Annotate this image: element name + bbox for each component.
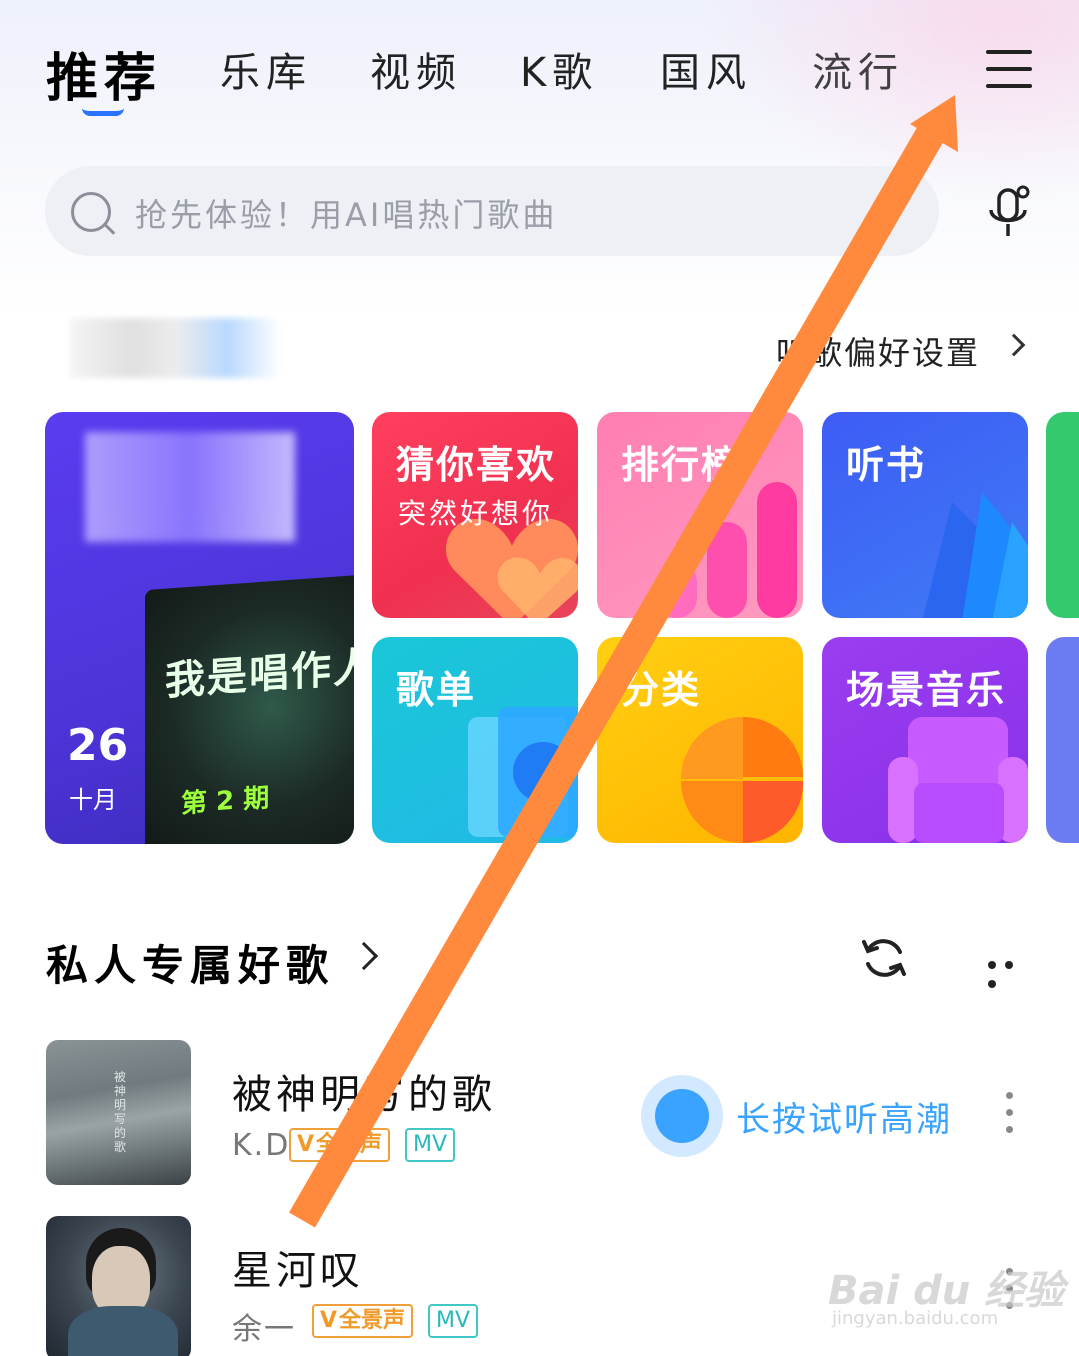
tab-video[interactable]: 视频	[370, 40, 462, 98]
song-artist: 余一	[232, 1312, 296, 1347]
card-title: 猜你喜欢	[396, 443, 557, 487]
watermark-url: jingyan.baidu.com	[832, 1308, 999, 1329]
blurred-greeting	[70, 318, 280, 378]
blurred-title	[85, 432, 295, 542]
date-day: 26	[67, 720, 129, 771]
category-icon	[681, 717, 803, 843]
daily-recommend-card[interactable]: 我是唱作人 第 2 期 26 十月	[45, 412, 354, 844]
preview-button[interactable]	[641, 1075, 723, 1157]
poster-episode: 第 2 期	[181, 783, 270, 820]
audiobook-card[interactable]: 听书	[822, 412, 1028, 618]
card-title: 分类	[621, 668, 702, 712]
mv-badge[interactable]: MV	[405, 1128, 456, 1162]
bar-chart-icon	[657, 482, 797, 618]
refresh-icon[interactable]	[860, 934, 908, 982]
song-title: 星河叹	[232, 1248, 364, 1294]
search-icon	[71, 192, 111, 232]
album-cover	[46, 1216, 191, 1356]
tab-pop[interactable]: 流行	[812, 40, 904, 98]
book-icon	[923, 492, 1028, 618]
tab-karaoke[interactable]: K歌	[520, 40, 598, 98]
section-title[interactable]: 私人专属好歌	[46, 932, 334, 993]
spatial-audio-badge: V全景声	[312, 1304, 414, 1338]
spatial-audio-badge: V全景声	[289, 1128, 391, 1162]
song-row[interactable]: 被神明写的歌 被神明写的歌 K.D V全景声 MV 长按试听高潮	[0, 1040, 1079, 1190]
card-title: 场景音乐	[846, 668, 1007, 712]
chevron-right-icon[interactable]	[349, 941, 379, 971]
album-cover: 被神明写的歌	[46, 1040, 191, 1185]
sofa-icon	[888, 717, 1028, 843]
search-bar[interactable]: 抢先体验！用AI唱热门歌曲	[45, 166, 939, 256]
chart-rank-card[interactable]: 排行榜	[597, 412, 803, 618]
microphone-icon[interactable]	[985, 184, 1033, 240]
card-title: 歌单	[396, 668, 477, 712]
card-title: 听书	[846, 443, 927, 487]
more-options-icon[interactable]	[988, 954, 1038, 988]
show-poster: 我是唱作人 第 2 期	[145, 573, 354, 844]
tab-active-indicator	[82, 108, 124, 116]
preview-hint: 长按试听高潮	[736, 1100, 952, 1140]
card-title: 排行榜	[621, 443, 742, 487]
song-title: 被神明写的歌	[232, 1072, 496, 1118]
tab-library[interactable]: 乐库	[220, 40, 312, 98]
cover-figure-body	[68, 1306, 178, 1356]
scene-music-card[interactable]: 场景音乐	[822, 637, 1028, 843]
mv-badge[interactable]: MV	[428, 1304, 479, 1338]
playlist-card[interactable]: 歌单	[372, 637, 578, 843]
search-placeholder: 抢先体验！用AI唱热门歌曲	[135, 196, 558, 234]
chevron-right-icon	[1002, 333, 1026, 357]
tab-guofeng[interactable]: 国风	[660, 40, 752, 98]
category-card[interactable]: 分类	[597, 637, 803, 843]
hamburger-menu-icon[interactable]	[986, 50, 1034, 92]
card-subtitle: 突然好想你	[398, 497, 554, 530]
guess-you-like-card[interactable]: 猜你喜欢 突然好想你	[372, 412, 578, 618]
date-month: 十月	[69, 786, 117, 814]
cover-text: 被神明写的歌	[114, 1070, 127, 1154]
poster-title: 我是唱作人	[165, 643, 354, 705]
playlist-icon	[468, 707, 578, 837]
tab-recommend[interactable]: 推荐	[46, 36, 162, 111]
song-more-icon[interactable]	[1006, 1092, 1014, 1138]
more-card-partial[interactable]	[1046, 412, 1079, 618]
more-card-partial[interactable]	[1046, 637, 1079, 843]
song-artist: K.D	[232, 1128, 291, 1163]
preference-settings-link[interactable]: 听歌偏好设置	[776, 328, 980, 374]
